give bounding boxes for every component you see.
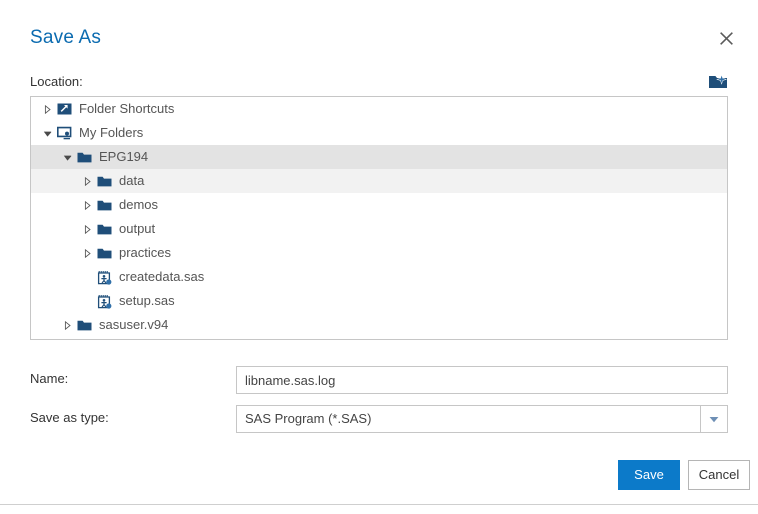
location-tree[interactable]: Folder Shortcuts My Folders EPG194 data …	[30, 96, 728, 340]
chevron-right-icon[interactable]	[79, 193, 95, 217]
new-folder-icon[interactable]	[708, 72, 728, 92]
folder-icon	[95, 169, 113, 193]
folder-icon	[95, 217, 113, 241]
folder-icon	[75, 313, 93, 337]
tree-item-label: EPG194	[99, 149, 149, 164]
tree-row[interactable]: EPG194	[31, 145, 727, 169]
dialog-bottom-divider	[0, 504, 758, 505]
location-label: Location:	[30, 74, 83, 89]
tree-item-label: My Folders	[79, 125, 144, 140]
dialog-body: Location: Folder Shortcuts My Folders EP…	[0, 62, 758, 442]
tree-item-label: Folder Shortcuts	[79, 101, 175, 116]
name-label: Name:	[30, 371, 69, 386]
chevron-right-icon[interactable]	[39, 97, 55, 121]
save-button[interactable]: Save	[618, 460, 680, 490]
chevron-right-icon[interactable]	[79, 241, 95, 265]
folder-icon	[95, 241, 113, 265]
chevron-right-icon[interactable]	[79, 217, 95, 241]
chevron-right-icon[interactable]	[59, 313, 75, 337]
tree-row[interactable]: setup.sas	[31, 289, 727, 313]
page-title: Save As	[30, 27, 102, 48]
cancel-button[interactable]: Cancel	[688, 460, 750, 490]
sas-program-icon	[95, 289, 113, 313]
chevron-down-icon[interactable]	[59, 145, 75, 169]
tree-item-label: setup.sas	[119, 293, 175, 308]
tree-item-label: data	[119, 173, 145, 188]
close-icon[interactable]	[713, 25, 739, 51]
sas-program-icon	[95, 265, 113, 289]
save-as-type-value: SAS Program (*.SAS)	[245, 411, 372, 426]
folder-icon	[95, 193, 113, 217]
chevron-right-icon[interactable]	[79, 169, 95, 193]
tree-row[interactable]: sasuser.v94	[31, 313, 727, 337]
location-row: Location:	[30, 72, 728, 96]
tree-row[interactable]: createdata.sas	[31, 265, 727, 289]
chevron-down-icon[interactable]	[39, 121, 55, 145]
tree-item-label: createdata.sas	[119, 269, 205, 284]
name-input[interactable]	[236, 366, 728, 394]
tree-row[interactable]: data	[31, 169, 727, 193]
dialog-header: Save As	[0, 0, 758, 62]
tree-row[interactable]: My Folders	[31, 121, 727, 145]
folder-shortcut-icon	[55, 97, 73, 121]
tree-item-label: practices	[119, 245, 172, 260]
tree-item-label: demos	[119, 197, 159, 212]
tree-row[interactable]: Folder Shortcuts	[31, 97, 727, 121]
tree-row[interactable]: demos	[31, 193, 727, 217]
chevron-down-icon[interactable]	[700, 406, 727, 432]
save-as-dialog: Save As Location: Folder Shortcuts My Fo…	[0, 0, 758, 504]
tree-row[interactable]: output	[31, 217, 727, 241]
name-field-row: Name:	[30, 366, 728, 394]
dialog-footer: Save Cancel	[0, 442, 758, 504]
folder-icon	[75, 145, 93, 169]
my-folders-icon	[55, 121, 73, 145]
tree-row[interactable]: practices	[31, 241, 727, 265]
save-as-type-row: Save as type: SAS Program (*.SAS)	[30, 405, 728, 433]
tree-item-label: sasuser.v94	[99, 317, 169, 332]
tree-item-label: output	[119, 221, 156, 236]
save-as-type-label: Save as type:	[30, 410, 109, 425]
save-as-type-select[interactable]: SAS Program (*.SAS)	[236, 405, 728, 433]
